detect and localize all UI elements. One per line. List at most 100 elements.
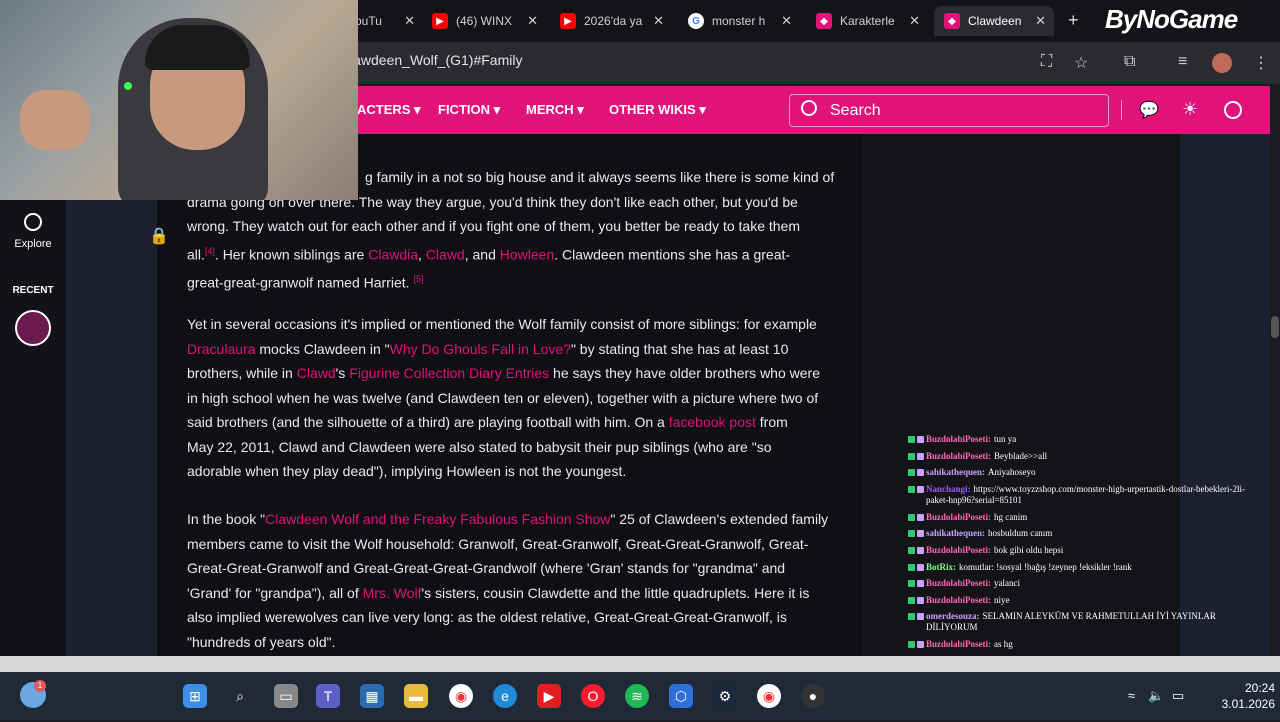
text: ,	[418, 246, 422, 263]
taskbar-clock[interactable]: 20:24 3.01.2026	[1195, 680, 1275, 712]
clock-date: 3.01.2026	[1221, 697, 1275, 711]
weather-badge: 1	[34, 680, 46, 692]
edge-icon[interactable]: e	[493, 684, 517, 708]
tab-youtube-2[interactable]: ▶ (46) WINX ✕	[432, 8, 538, 34]
lock-icon[interactable]: 🔒	[149, 226, 169, 246]
tab-youtube-1[interactable]: ouTu ✕	[355, 8, 415, 34]
chat-username: BotRix:	[926, 561, 956, 572]
media-icon[interactable]: ≡	[1178, 53, 1187, 71]
theme-toggle-icon[interactable]: ☀	[1182, 99, 1198, 120]
steam-icon[interactable]: ⚙	[713, 684, 737, 708]
user-icon[interactable]	[1224, 101, 1242, 119]
tab-label: Karakterle	[840, 14, 895, 28]
start-icon[interactable]: ⊞	[183, 684, 207, 708]
badge-icon	[917, 641, 924, 649]
nav-characters[interactable]: ACTERS ▾	[357, 102, 421, 118]
explore-label[interactable]: Explore	[0, 238, 66, 250]
text-line: also implied werewolves can live very lo…	[187, 609, 787, 625]
badge-icon	[908, 596, 915, 604]
recent-label: RECENT	[12, 285, 54, 296]
url-text[interactable]: lawdeen_Wolf_(G1)#Family	[350, 52, 522, 68]
link-facebook-post[interactable]: facebook post	[669, 414, 756, 430]
tab-fandom-1[interactable]: ◆ Karakterle ✕	[816, 8, 920, 34]
discussions-icon[interactable]: 💬	[1139, 100, 1159, 120]
badge-icon	[917, 513, 924, 521]
link-clawd[interactable]: Clawd	[426, 246, 465, 262]
link-howleen[interactable]: Howleen	[500, 246, 554, 262]
link-clawdia[interactable]: Clawdia	[368, 246, 418, 262]
task-view-icon[interactable]: ▭	[274, 684, 298, 708]
compass-icon[interactable]	[24, 213, 42, 231]
text-line: in high school when he was twelve (and C…	[187, 389, 819, 406]
new-tab-button[interactable]: +	[1068, 10, 1079, 31]
badge-icon	[917, 436, 924, 443]
badge-icon	[917, 580, 924, 588]
link-mrs-wolf[interactable]: Mrs. Wolf	[363, 585, 422, 601]
chat-text: komutlar: !sosyal !bağış !zeynep !eksikl…	[959, 561, 1132, 572]
citation-link[interactable]: [4]	[205, 246, 215, 256]
tab-google[interactable]: G monster h ✕	[688, 8, 792, 34]
text: 's	[335, 365, 346, 381]
article-paragraph-3: In the book "Clawdeen Wolf and the Freak…	[187, 507, 852, 654]
chat-text: https://www.toyzzshop.com/monster-high-u…	[926, 483, 1246, 505]
app-icon[interactable]: ⬡	[669, 684, 693, 708]
text: 's sisters, cousin Clawdette and the lit…	[421, 584, 810, 601]
file-explorer-icon[interactable]: ▬	[404, 684, 428, 708]
close-icon[interactable]: ✕	[404, 13, 415, 29]
battery-icon[interactable]: ▭	[1172, 688, 1184, 704]
chat-username: BuzdolabiPoseti:	[926, 594, 992, 605]
close-icon[interactable]: ✕	[653, 13, 664, 29]
text: said brothers (and the silhouette of a t…	[187, 414, 665, 430]
spotify-icon[interactable]: ≋	[625, 684, 649, 708]
obs-icon[interactable]: ●	[801, 684, 825, 708]
nav-other-wikis[interactable]: OTHER WIKIS ▾	[609, 102, 706, 118]
link-figurine-diary[interactable]: Figurine Collection Diary Entries	[349, 365, 549, 381]
media-player-icon[interactable]: ▶	[537, 684, 561, 708]
close-icon[interactable]: ✕	[909, 13, 920, 29]
badge-icon	[908, 546, 915, 554]
text-line: adorable when they play dead"), implying…	[187, 463, 627, 479]
fandom-icon: ◆	[816, 13, 832, 29]
chat-message: BuzdolabiPoseti: Beyblade>>all	[908, 451, 1280, 468]
nav-merch[interactable]: MERCH ▾	[526, 102, 584, 118]
fandom-icon: ◆	[944, 13, 960, 29]
chat-text: niye	[994, 594, 1010, 605]
menu-kebab-icon[interactable]: ⋮	[1253, 53, 1269, 73]
extensions-icon[interactable]: ⧉	[1124, 53, 1135, 71]
close-icon[interactable]: ✕	[781, 13, 792, 29]
link-fashion-show-book[interactable]: Clawdeen Wolf and the Freaky Fabulous Fa…	[265, 511, 610, 527]
badge-icon	[908, 580, 915, 588]
chat-message: BuzdolabiPoseti: hg canim	[908, 512, 1280, 529]
badge-icon	[908, 469, 915, 477]
webcam-overlay	[0, 0, 358, 200]
chrome-icon[interactable]: ◉	[449, 684, 473, 708]
link-why-do-ghouls-fall-in-love[interactable]: Why Do Ghouls Fall in Love?	[390, 341, 571, 357]
opera-icon[interactable]: O	[581, 684, 605, 708]
close-icon[interactable]: ✕	[1035, 13, 1046, 29]
tab-label: monster h	[712, 14, 766, 28]
store-icon[interactable]: ▦	[360, 684, 384, 708]
recent-wiki-avatar[interactable]	[15, 310, 51, 346]
tab-youtube-3[interactable]: ▶ 2026'da ya ✕	[560, 8, 664, 34]
link-clawd[interactable]: Clawd	[297, 365, 336, 381]
search-icon[interactable]: ⌕	[228, 684, 252, 708]
chat-username: sahikathequen:	[926, 467, 986, 478]
wifi-icon[interactable]: ≈	[1128, 688, 1135, 703]
bookmark-star-icon[interactable]: ☆	[1074, 53, 1088, 73]
chat-text: yalanci	[994, 578, 1021, 589]
translate-icon[interactable]: ⛶	[1041, 53, 1052, 71]
article-paragraph-2: Yet in several occasions it's implied or…	[187, 312, 852, 484]
horizontal-scrollbar[interactable]	[0, 656, 1280, 672]
citation-link[interactable]: [5]	[413, 274, 423, 284]
tab-fandom-active[interactable]: ◆ Clawdeen ✕	[934, 6, 1054, 36]
badge-icon	[917, 452, 924, 460]
badge-icon	[908, 452, 915, 460]
volume-icon[interactable]: 🔈	[1148, 688, 1164, 704]
nav-fiction[interactable]: FICTION ▾	[438, 102, 500, 118]
left-rail	[0, 200, 66, 656]
teams-icon[interactable]: T	[316, 684, 340, 708]
close-icon[interactable]: ✕	[527, 13, 538, 29]
profile-avatar[interactable]	[1212, 53, 1232, 73]
chrome-active-icon[interactable]: ◉	[757, 684, 781, 708]
link-draculaura[interactable]: Draculaura	[187, 341, 255, 357]
